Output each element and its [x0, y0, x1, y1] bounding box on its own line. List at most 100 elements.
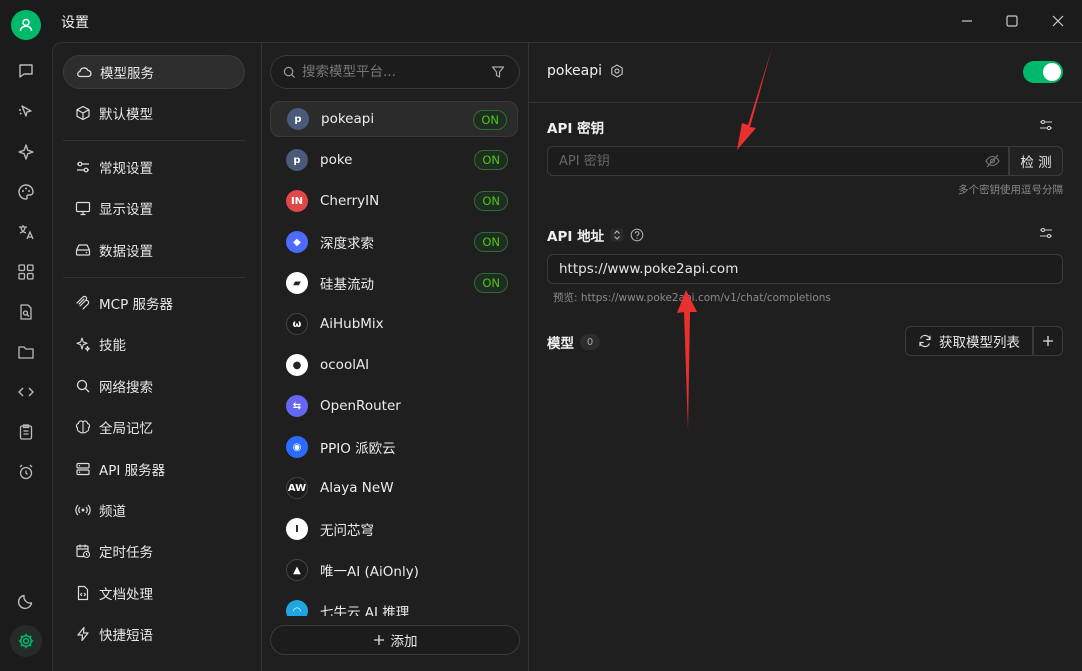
- provider-logo-icon: p: [287, 108, 309, 130]
- cube-icon: [76, 105, 90, 121]
- sparkle-icon[interactable]: [14, 140, 38, 164]
- minimize-button[interactable]: [952, 8, 982, 34]
- maximize-button[interactable]: [997, 8, 1027, 34]
- refresh-icon: [919, 334, 931, 348]
- apps-grid-icon[interactable]: [14, 260, 38, 284]
- menu-item-label: 文档处理: [99, 587, 153, 603]
- zap-icon: [77, 626, 89, 642]
- search-icon: [283, 66, 296, 78]
- menu-item-web-search[interactable]: 网络搜索: [63, 369, 245, 403]
- provider-item[interactable]: ▲ 唯一AI (AiOnly): [270, 552, 518, 588]
- menu-item-api-server[interactable]: API 服务器: [63, 452, 245, 486]
- check-key-button[interactable]: 检 测: [1009, 146, 1063, 176]
- code-icon[interactable]: [14, 380, 38, 404]
- provider-item[interactable]: ω AiHubMix: [270, 306, 518, 342]
- provider-logo-icon: AW: [286, 477, 308, 499]
- provider-item[interactable]: ◆ 深度求索 ON: [270, 224, 518, 260]
- provider-name: pokeapi: [547, 63, 603, 79]
- provider-name: AiHubMix: [320, 316, 384, 332]
- provider-search[interactable]: [270, 55, 520, 89]
- provider-logo-icon: IN: [286, 190, 308, 212]
- provider-logo-icon: p: [286, 149, 308, 171]
- settings-icon[interactable]: [10, 625, 42, 657]
- provider-logo-icon: ⇆: [286, 395, 308, 417]
- provider-enable-toggle[interactable]: [1023, 61, 1063, 83]
- api-key-hint: 多个密钥使用逗号分隔: [958, 184, 1063, 196]
- provider-list-panel: ppokeapiONppokeONINCherryINON◆深度求索ON▰硅基流…: [262, 43, 529, 671]
- sliders-icon: [77, 161, 89, 173]
- provider-item[interactable]: ◠ 七牛云 AI 推理: [270, 593, 518, 616]
- api-key-input[interactable]: [559, 153, 959, 169]
- menu-item-label: 定时任务: [99, 545, 153, 561]
- menu-item-skills[interactable]: 技能: [63, 327, 245, 361]
- provider-logo-icon: ▰: [286, 272, 308, 294]
- provider-name: 唯一AI (AiOnly): [320, 564, 419, 580]
- provider-logo-icon: ●: [286, 354, 308, 376]
- provider-item[interactable]: AW Alaya NeW: [270, 470, 518, 506]
- menu-item-default-model[interactable]: 默认模型: [63, 96, 245, 130]
- window-title: 设置: [61, 15, 89, 31]
- close-icon: [1052, 15, 1064, 27]
- provider-item[interactable]: ● ocoolAI: [270, 347, 518, 383]
- eye-off-icon[interactable]: [985, 154, 1000, 172]
- filter-icon[interactable]: [491, 65, 505, 83]
- alarm-icon[interactable]: [14, 460, 38, 484]
- menu-item-data[interactable]: 数据设置: [63, 233, 245, 267]
- add-model-button[interactable]: [1033, 326, 1063, 356]
- moon-icon[interactable]: [14, 589, 38, 613]
- plus-icon: [1043, 336, 1053, 346]
- provider-search-input[interactable]: [302, 64, 487, 80]
- menu-item-model-service[interactable]: 模型服务: [63, 55, 245, 89]
- provider-logo-icon: I: [286, 518, 308, 540]
- hard-drive-icon: [75, 244, 91, 256]
- menu-item-general[interactable]: 常规设置: [63, 150, 245, 184]
- menu-divider: [63, 140, 245, 141]
- provider-item[interactable]: I 无问芯穹: [270, 511, 518, 547]
- provider-item[interactable]: p poke ON: [270, 142, 518, 178]
- menu-item-memory[interactable]: 全局记忆: [63, 410, 245, 444]
- api-url-field[interactable]: [547, 254, 1063, 284]
- monitor-icon: [75, 201, 91, 216]
- close-button[interactable]: [1043, 8, 1073, 34]
- menu-item-mcp[interactable]: MCP 服务器: [63, 286, 245, 320]
- menu-item-document-processing[interactable]: 文档处理: [63, 576, 245, 610]
- fetch-models-button[interactable]: 获取模型列表: [905, 326, 1033, 356]
- user-avatar[interactable]: [11, 10, 41, 40]
- sort-icon[interactable]: [610, 228, 624, 242]
- file-search-icon[interactable]: [14, 300, 38, 324]
- menu-item-channel[interactable]: 频道: [63, 493, 245, 527]
- detail-header: pokeapi: [529, 43, 1082, 103]
- folder-icon[interactable]: [14, 340, 38, 364]
- provider-item[interactable]: ⇆ OpenRouter: [270, 388, 518, 424]
- provider-item[interactable]: p pokeapi ON: [270, 101, 518, 137]
- minimize-icon: [962, 20, 972, 22]
- model-count-badge: 0: [580, 334, 600, 350]
- search-icon: [76, 379, 90, 393]
- models-label: 模型 0: [547, 332, 600, 352]
- provider-name: 七牛云 AI 推理: [320, 605, 410, 616]
- palette-icon[interactable]: [14, 180, 38, 204]
- provider-name: poke: [320, 152, 353, 168]
- translate-icon[interactable]: [14, 220, 38, 244]
- menu-item-label: 技能: [99, 338, 126, 354]
- api-url-input[interactable]: [559, 261, 1049, 277]
- agent-icon[interactable]: [14, 100, 38, 124]
- menu-item-scheduled-tasks[interactable]: 定时任务: [63, 534, 245, 568]
- provider-item[interactable]: IN CherryIN ON: [270, 183, 518, 219]
- api-url-label: API 地址: [547, 225, 644, 245]
- menu-item-display[interactable]: 显示设置: [63, 191, 245, 225]
- menu-item-quick-phrases[interactable]: 快捷短语: [63, 617, 245, 651]
- file-code-icon: [77, 585, 89, 601]
- api-key-settings-icon[interactable]: [1039, 118, 1053, 136]
- provider-item[interactable]: ▰ 硅基流动 ON: [270, 265, 518, 301]
- chat-icon[interactable]: [14, 59, 38, 83]
- provider-item[interactable]: ◉ PPIO 派欧云: [270, 429, 518, 465]
- api-url-settings-icon[interactable]: [1039, 226, 1053, 244]
- api-key-field[interactable]: [547, 146, 1009, 176]
- settings-icon[interactable]: [610, 64, 624, 78]
- help-icon[interactable]: [630, 228, 644, 242]
- add-provider-button[interactable]: 添加: [270, 625, 520, 655]
- add-provider-label: 添加: [390, 634, 418, 650]
- status-badge: ON: [473, 110, 507, 130]
- clipboard-icon[interactable]: [14, 420, 38, 444]
